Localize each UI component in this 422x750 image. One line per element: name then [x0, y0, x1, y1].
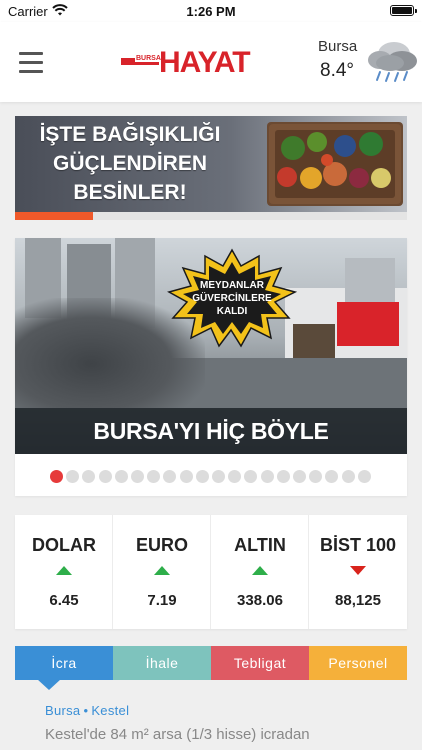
pagination-dot[interactable]: [179, 470, 193, 483]
svg-text:MEYDANLAR: MEYDANLAR: [200, 280, 265, 291]
market-name: ALTIN: [234, 535, 286, 555]
pagination-dot[interactable]: [131, 470, 144, 483]
weather-temperature: 8.4°: [320, 60, 355, 81]
pagination-dot[interactable]: [244, 470, 258, 483]
pagination-dot[interactable]: [195, 470, 209, 483]
clock: 1:26 PM: [186, 4, 236, 19]
market-item-bist100[interactable]: BİST 100 88,125: [309, 515, 407, 629]
trend-up-icon: [154, 566, 170, 575]
news-slider[interactable]: MEYDANLAR GÜVERCİNLERE KALDI BURSA'YI Hİ…: [15, 238, 407, 496]
news-district: Kestel: [91, 703, 130, 718]
battery-icon: [390, 5, 417, 16]
bursa-hayat-logo[interactable]: BURSA HAYAT: [121, 46, 261, 79]
logo-small-text: BURSA: [135, 55, 162, 62]
pagination-dot[interactable]: [228, 470, 242, 483]
market-item-euro[interactable]: EURO 7.19: [113, 515, 211, 629]
logo-text: HAYAT: [159, 46, 251, 79]
trend-down-icon: [350, 566, 366, 575]
market-value: 7.19: [147, 592, 177, 609]
starburst-label: MEYDANLAR GÜVERCİNLERE KALDI: [167, 248, 297, 348]
pagination-dot[interactable]: [50, 470, 63, 483]
market-item-dolar[interactable]: DOLAR 6.45: [15, 515, 113, 629]
market-item-altin[interactable]: ALTIN 338.06: [211, 515, 309, 629]
tab-tebligat[interactable]: Tebligat: [211, 646, 309, 680]
market-name: DOLAR: [32, 535, 96, 555]
pagination-dot[interactable]: [212, 470, 225, 483]
market-value: 338.06: [237, 592, 283, 609]
active-tab-indicator: [37, 679, 61, 690]
pagination-dot[interactable]: [98, 470, 112, 483]
hamburger-menu-icon[interactable]: [19, 52, 43, 74]
weather-city: Bursa: [318, 38, 358, 55]
pagination-dot[interactable]: [163, 470, 177, 483]
pagination-dot[interactable]: [66, 470, 80, 483]
market-ticker: DOLAR 6.45 EURO 7.19 ALTIN 338.06 BİST 1…: [15, 515, 407, 629]
pagination-dot[interactable]: [309, 470, 323, 483]
news-headline: Kestel'de 84 m² arsa (1/3 hisse) icradan: [45, 726, 310, 743]
market-value: 6.45: [49, 592, 79, 609]
pagination-dot[interactable]: [325, 470, 339, 483]
notice-tabs: İcra İhale Tebligat Personel: [15, 646, 407, 680]
banner-headline: İŞTE BAĞIŞIKLIĞI GÜÇLENDİREN BESİNLER!: [39, 123, 221, 204]
tab-ihale[interactable]: İhale: [113, 646, 211, 680]
market-name: BİST 100: [319, 535, 397, 555]
svg-text:KALDI: KALDI: [217, 306, 248, 317]
svg-text:GÜVERCİNLERE: GÜVERCİNLERE: [192, 291, 272, 304]
pagination-dot[interactable]: [357, 470, 371, 483]
slide-image: MEYDANLAR GÜVERCİNLERE KALDI BURSA'YI Hİ…: [15, 238, 407, 454]
trend-up-icon: [56, 566, 72, 575]
tab-icra[interactable]: İcra: [15, 646, 113, 680]
slide-caption: BURSA'YI HİÇ BÖYLE GÖRMEDİNİZ!: [15, 408, 407, 454]
app-header: BURSA HAYAT Bursa 8.4°: [0, 22, 422, 102]
food-tray-image: [267, 122, 403, 206]
status-bar: Carrier 1:26 PM: [0, 0, 422, 22]
ad-banner[interactable]: İŞTE BAĞIŞIKLIĞI GÜÇLENDİREN BESİNLER!: [15, 116, 407, 220]
pagination-dot[interactable]: [276, 470, 290, 483]
pagination-dot[interactable]: [147, 470, 161, 483]
market-name: EURO: [135, 535, 188, 555]
pagination-dot[interactable]: [114, 470, 128, 483]
trend-up-icon: [252, 566, 268, 575]
tab-personel[interactable]: Personel: [309, 646, 407, 680]
banner-image: İŞTE BAĞIŞIKLIĞI GÜÇLENDİREN BESİNLER!: [15, 116, 407, 212]
news-city: Bursa: [45, 703, 81, 718]
pagination-dot[interactable]: [260, 470, 274, 483]
rain-cloud-icon: [368, 42, 417, 82]
pagination-dot[interactable]: [82, 470, 96, 483]
banner-progress-bar: [15, 212, 407, 220]
pagination-dot[interactable]: [293, 470, 306, 483]
list-item[interactable]: Bursa • Kestel Kestel'de 84 m² arsa (1/3 h…: [15, 690, 407, 750]
market-value: 88,125: [335, 592, 381, 609]
news-location: Bursa • Kestel: [45, 703, 130, 718]
pagination-dot[interactable]: [341, 470, 355, 483]
